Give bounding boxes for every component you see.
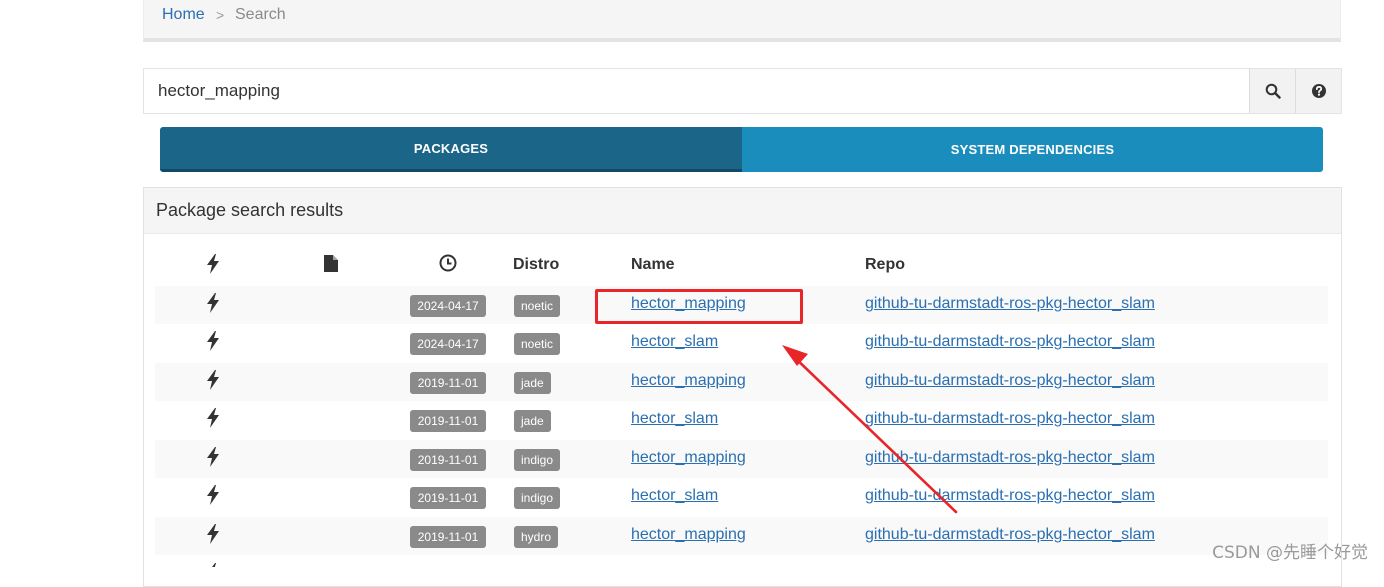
table-row: 2024-04-17 noetic hector_slam github-tu-… (155, 324, 1328, 362)
distro-badge: indigo (514, 449, 561, 471)
breadcrumb-separator: > (216, 7, 225, 23)
search-icon (1265, 83, 1281, 99)
bolt-icon (207, 408, 219, 428)
date-badge: 2019-11-01 (410, 410, 486, 432)
annotation-highlight-box (595, 289, 803, 324)
tab-packages[interactable]: PACKAGES (160, 127, 742, 172)
table-row: 2019-11-01 indigo hector_slam github-tu-… (155, 478, 1328, 516)
column-header-distro[interactable]: Distro (513, 256, 559, 274)
date-badge: 2019-11-01 (410, 449, 486, 471)
bolt-icon (207, 485, 219, 505)
column-header-name[interactable]: Name (631, 256, 675, 274)
table-row: 2019-11-01 indigo hector_mapping github-… (155, 440, 1328, 478)
tab-system-dependencies[interactable]: SYSTEM DEPENDENCIES (742, 127, 1323, 172)
search-tabs: PACKAGES SYSTEM DEPENDENCIES (160, 127, 1323, 173)
package-name-link[interactable]: hector_slam (631, 487, 718, 505)
table-row-partial (155, 556, 1328, 567)
bolt-icon (207, 370, 219, 390)
table-row: 2019-11-01 jade hector_mapping github-tu… (155, 363, 1328, 401)
package-name-link[interactable]: hector_slam (631, 333, 718, 351)
search-bar (143, 68, 1342, 114)
package-name-link[interactable]: hector_slam (631, 410, 718, 428)
breadcrumb: Home > Search (143, 0, 1341, 42)
search-input[interactable] (144, 69, 1250, 113)
file-icon (324, 255, 338, 272)
results-panel-header: Package search results (144, 188, 1341, 234)
table-row: 2019-11-01 jade hector_slam github-tu-da… (155, 401, 1328, 439)
distro-badge: jade (514, 372, 551, 394)
help-button[interactable] (1296, 69, 1341, 113)
repo-link[interactable]: github-tu-darmstadt-ros-pkg-hector_slam (865, 295, 1155, 313)
package-name-link[interactable]: hector_mapping (631, 449, 746, 467)
watermark: CSDN @先睡个好觉 (1212, 543, 1368, 563)
date-badge: 2024-04-17 (410, 333, 486, 355)
bolt-icon (207, 524, 219, 544)
date-badge: 2019-11-01 (410, 372, 486, 394)
distro-badge: indigo (514, 487, 561, 509)
table-row: 2019-11-01 hydro hector_mapping github-t… (155, 517, 1328, 555)
breadcrumb-home-link[interactable]: Home (162, 0, 205, 30)
bolt-icon (212, 563, 216, 567)
question-circle-icon (1311, 84, 1326, 98)
repo-link[interactable]: github-tu-darmstadt-ros-pkg-hector_slam (865, 526, 1155, 544)
distro-badge: noetic (514, 333, 561, 355)
date-badge: 2024-04-17 (410, 295, 486, 317)
distro-badge: jade (514, 410, 551, 432)
package-name-link[interactable]: hector_mapping (631, 372, 746, 390)
distro-badge: hydro (514, 526, 559, 548)
column-header-repo[interactable]: Repo (865, 256, 905, 274)
results-title: Package search results (156, 200, 344, 220)
bolt-icon (207, 293, 219, 313)
bolt-icon (207, 254, 219, 274)
bolt-icon (207, 331, 219, 351)
date-badge: 2019-11-01 (410, 526, 486, 548)
date-badge: 2019-11-01 (410, 487, 486, 509)
bolt-icon (207, 447, 219, 467)
search-button[interactable] (1250, 69, 1296, 113)
distro-badge: noetic (514, 295, 561, 317)
breadcrumb-current: Search (235, 6, 286, 23)
package-name-link[interactable]: hector_mapping (631, 526, 746, 544)
clock-icon (439, 254, 457, 272)
annotation-arrow-icon (782, 345, 958, 514)
